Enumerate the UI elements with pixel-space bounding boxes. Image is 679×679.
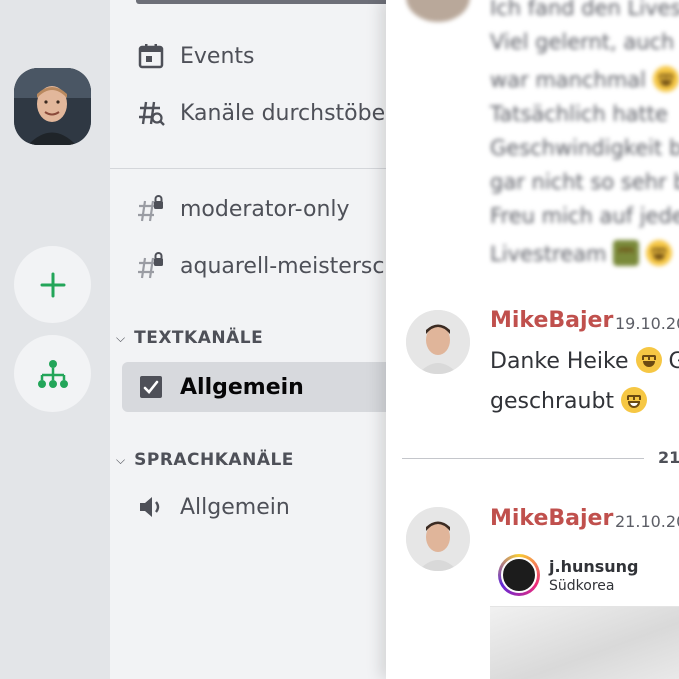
smile-emoji-icon	[635, 347, 662, 373]
divider	[110, 168, 400, 169]
avatar	[406, 0, 470, 22]
message-text: geschraubt	[490, 387, 648, 414]
browse-channels-label: Kanäle durchstöbern	[180, 100, 400, 126]
message-line: Geschwindigkeit b	[490, 136, 679, 160]
channel-label: moderator-only	[180, 196, 350, 222]
message-timestamp: 19.10.20	[615, 314, 679, 333]
browse-channels-link[interactable]: Kanäle durchstöbern	[136, 93, 400, 133]
discover-servers-button[interactable]	[14, 335, 91, 412]
hierarchy-icon	[37, 359, 68, 388]
server-avatar[interactable]	[14, 68, 91, 145]
message-line-text: war manchmal	[490, 68, 647, 92]
grin-emoji-icon	[621, 387, 648, 413]
graduate-emoji-icon	[613, 240, 640, 266]
embed-author-avatar[interactable]	[498, 554, 540, 596]
message-line: Livestream	[490, 240, 672, 266]
message-line: Ich fand den Livestream	[490, 0, 679, 20]
chat-panel: Ich fand den Livestream Viel gelernt, au…	[386, 0, 679, 679]
checkbox-icon	[136, 372, 166, 402]
channel-label: Allgemein	[180, 374, 304, 400]
channel-aquarell-meisterschaft[interactable]: aquarell-meisterschaft	[136, 246, 400, 286]
channel-label: aquarell-meisterschaft	[180, 253, 400, 279]
avatar[interactable]	[406, 310, 470, 374]
channel-allgemein-voice[interactable]: Allgemein	[136, 487, 400, 527]
message-line: Viel gelernt, auch	[490, 30, 675, 54]
date-divider-line	[402, 458, 644, 459]
chevron-down-icon: ⌵	[116, 330, 126, 345]
search-bar-edge[interactable]	[136, 0, 396, 4]
channel-list: Events Kanäle durchstöbern moderator-onl…	[110, 0, 400, 679]
category-text-channels[interactable]: ⌵ TEXTKANÄLE	[116, 328, 263, 348]
embed-author-name[interactable]: j.hunsung	[549, 557, 639, 576]
category-label: SPRACHKANÄLE	[134, 450, 294, 470]
message-line: gar nicht so sehr b	[490, 170, 679, 194]
category-label: TEXTKANÄLE	[134, 328, 264, 348]
message-line: war manchmal	[490, 66, 679, 92]
hash-lock-icon	[136, 194, 166, 224]
message-text: Danke Heike G	[490, 347, 679, 374]
events-label: Events	[180, 43, 255, 69]
avatar[interactable]	[406, 507, 470, 571]
message-line: Freu mich auf jede	[490, 204, 679, 228]
plus-icon	[40, 272, 65, 297]
message-text-line: Danke Heike	[490, 349, 629, 374]
channel-allgemein-text[interactable]: Allgemein	[136, 367, 400, 407]
date-divider-label: 21.	[658, 448, 679, 467]
hash-lock-icon	[136, 251, 166, 281]
category-voice-channels[interactable]: ⌵ SPRACHKANÄLE	[116, 450, 294, 470]
embed-location: Südkorea	[549, 578, 615, 594]
message-timestamp: 21.10.20	[615, 512, 679, 531]
smile-emoji-icon	[652, 66, 679, 92]
smile-emoji-icon	[645, 240, 672, 266]
message-text-line: geschraubt	[490, 389, 615, 414]
message-line-text: Livestream	[490, 242, 607, 266]
server-rail	[0, 0, 110, 679]
message-author[interactable]: MikeBajer	[490, 506, 613, 531]
embed-image[interactable]	[490, 606, 679, 679]
channel-label: Allgemein	[180, 494, 290, 520]
speaker-icon	[136, 492, 166, 522]
calendar-icon	[136, 41, 166, 71]
message-line: Tatsächlich hatte	[490, 102, 668, 126]
blurred-previous-message: Ich fand den Livestream Viel gelernt, au…	[386, 0, 679, 280]
hash-search-icon	[136, 98, 166, 128]
channel-moderator-only[interactable]: moderator-only	[136, 189, 400, 229]
chevron-down-icon: ⌵	[116, 452, 126, 467]
add-server-button[interactable]	[14, 246, 91, 323]
events-link[interactable]: Events	[136, 36, 400, 76]
message-author[interactable]: MikeBajer	[490, 308, 613, 333]
